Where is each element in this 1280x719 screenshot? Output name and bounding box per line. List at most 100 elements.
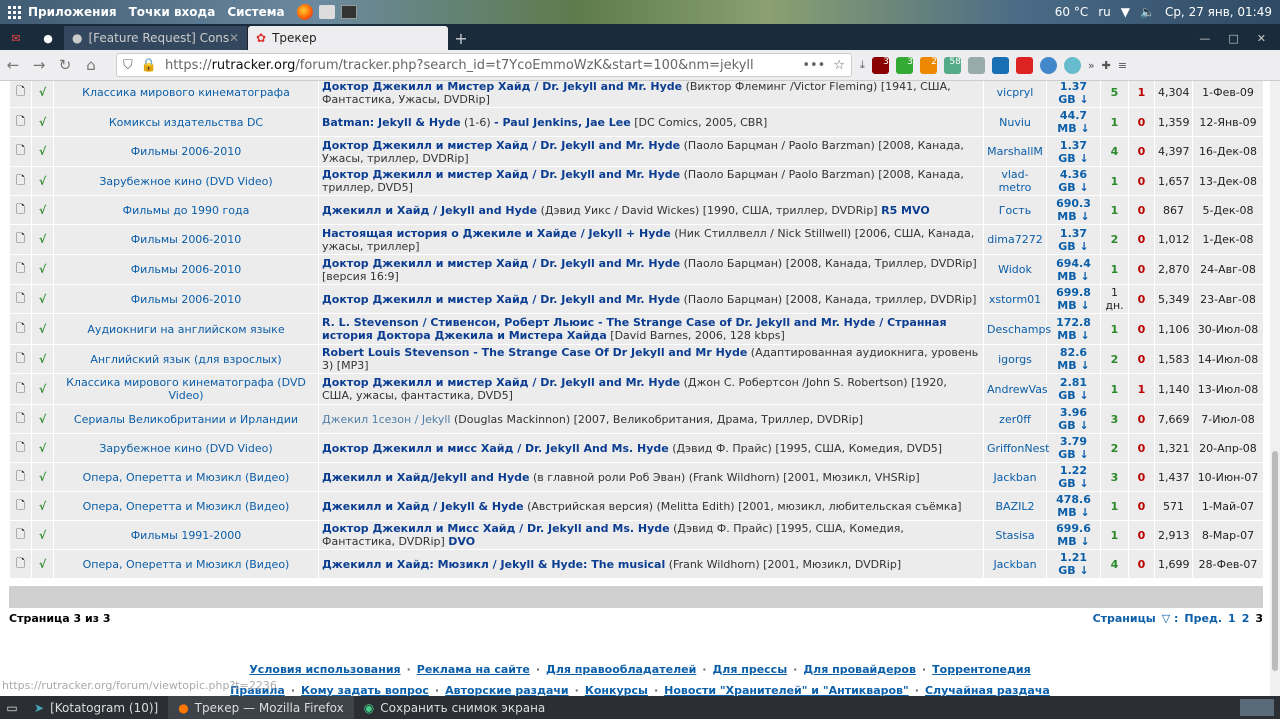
keyboard-layout[interactable]: ru [1098,5,1111,19]
footer-nav-link-3[interactable]: Конкурсы [585,684,648,696]
size-download-link[interactable]: 82.6 MB ↓ [1046,344,1101,374]
topic-link[interactable]: Доктор Джекилл и Мистер Хайд / Dr. Jekyl… [322,81,682,93]
terminal-launcher-icon[interactable] [340,5,357,19]
topic-link[interactable]: Robert Louis Stevenson - The Strange Cas… [322,346,747,359]
file-icon[interactable]: 🗋 [9,344,32,374]
size-download-link[interactable]: 2.81 GB ↓ [1046,373,1101,405]
size-download-link[interactable]: 1.37 GB ↓ [1046,81,1101,108]
extension-orange-icon[interactable]: 2 [919,56,937,74]
topic-tag[interactable]: R5 MVO [881,204,930,217]
forum-link[interactable]: Сериалы Великобритании и Ирландии [53,404,319,434]
gmail-pinned-tab[interactable]: ✉ [0,26,32,50]
topic-link[interactable]: Доктор Джекилл и мисс Хайд / Dr. Jekyll … [322,442,669,455]
size-download-link[interactable]: 3.96 GB ↓ [1046,404,1101,434]
topic-link[interactable]: Джекилл и Хайд / Jekyll & Hyde [322,500,524,513]
lock-icon[interactable]: 🔒 [141,58,157,73]
topic-link[interactable]: Джекилл и Хайд: Мюзикл / Jekyll & Hyde: … [322,558,665,571]
forum-link[interactable]: Комиксы издательства DC [53,107,319,137]
topic-link[interactable]: Доктор Джекилл и мистер Хайд / Dr. Jekyl… [322,139,680,152]
file-icon[interactable]: 🗋 [9,224,32,255]
reload-icon[interactable]: ↻ [52,56,78,74]
page-link-1[interactable]: 1 [1228,612,1236,625]
page-link-2[interactable]: 2 [1242,612,1250,625]
forum-link[interactable]: Фильмы 1991-2000 [53,520,319,550]
extension-shield-icon[interactable] [1015,56,1033,74]
hamburger-menu-icon[interactable]: ≡ [1118,59,1127,72]
extensions-puzzle-icon[interactable]: ✚ [1102,59,1111,72]
file-icon[interactable]: 🗋 [9,491,32,521]
firefox-launcher-icon[interactable] [296,4,313,20]
files-launcher-icon[interactable] [318,5,335,19]
ublock-icon[interactable]: 3 [871,56,889,74]
author-link[interactable]: Deschamps [983,313,1051,345]
footer-nav-link-1[interactable]: Кому задать вопрос [301,684,429,696]
topic-link[interactable]: Доктор Джекилл и мистер Хайд / Dr. Jekyl… [322,168,680,181]
size-download-link[interactable]: 699.8 MB ↓ [1046,284,1101,314]
taskbar-screenshot[interactable]: ◉ Сохранить снимок экрана [354,696,556,719]
file-icon[interactable]: 🗋 [9,166,32,196]
downloads-icon[interactable]: ⤓ [860,58,865,72]
author-link[interactable]: igorgs [983,344,1047,374]
back-icon[interactable]: ← [0,56,26,74]
address-bar[interactable]: ⛉ 🔒 https://rutracker.org/forum/tracker.… [116,53,852,77]
page-actions-icon[interactable]: ••• [802,58,825,73]
scrollbar[interactable] [1270,81,1280,696]
forum-link[interactable]: Фильмы 2006-2010 [53,254,319,285]
scrollbar-thumb[interactable] [1272,451,1278,671]
topic-link[interactable]: Batman: Jekyll & Hyde [322,116,461,129]
size-download-link[interactable]: 1.22 GB ↓ [1046,462,1101,492]
file-icon[interactable]: 🗋 [9,313,32,345]
clock[interactable]: Ср, 27 янв, 01:49 [1165,5,1272,19]
size-download-link[interactable]: 699.6 MB ↓ [1046,520,1101,550]
overflow-menu-icon[interactable]: » [1088,59,1095,72]
file-icon[interactable]: 🗋 [9,136,32,167]
footer-link-1[interactable]: Реклама на сайте [417,663,530,676]
forum-link[interactable]: Классика мирового кинематографа [53,81,319,108]
prev-page-link[interactable]: Пред. [1184,612,1222,625]
footer-nav-link-5[interactable]: Случайная раздача [925,684,1050,696]
close-tab-icon[interactable]: ✕ [229,31,239,45]
footer-link-2[interactable]: Для правообладателей [546,663,696,676]
topic-link[interactable]: Доктор Джекилл и мистер Хайд / Dr. Jekyl… [322,376,680,389]
author-link[interactable]: BAZIL2 [983,491,1047,521]
maximize-icon[interactable]: □ [1228,32,1238,45]
topic-link[interactable]: Доктор Джекилл и Мисс Хайд / Dr. Jekyll … [322,522,670,535]
file-icon[interactable]: 🗋 [9,195,32,225]
topic-link[interactable]: Настоящая история о Джекиле и Хайде / Je… [322,227,671,240]
tab-feature-request[interactable]: ● [Feature Request] Conside ✕ [64,26,248,50]
size-download-link[interactable]: 694.4 MB ↓ [1046,254,1101,285]
author-link[interactable]: dima7272 [983,224,1047,255]
size-download-link[interactable]: 1.37 GB ↓ [1046,224,1101,255]
forum-link[interactable]: Опера, Оперетта и Мюзикл (Видео) [53,491,319,521]
size-download-link[interactable]: 1.21 GB ↓ [1046,549,1101,579]
extension-hand-icon[interactable] [967,56,985,74]
author-link[interactable]: Nuviu [983,107,1047,137]
show-desktop-icon[interactable]: ▭ [0,701,24,715]
file-icon[interactable]: 🗋 [9,549,32,579]
topic-link-part[interactable]: - Paul Jenkins, Jae Lee [494,116,631,129]
author-link[interactable]: Jackban [983,549,1047,579]
author-link[interactable]: vicpryl [983,81,1047,108]
minimize-icon[interactable]: — [1199,32,1210,45]
volume-icon[interactable]: 🔈 [1140,5,1155,19]
author-link[interactable]: xstorm01 [983,284,1047,314]
size-download-link[interactable]: 1.37 GB ↓ [1046,136,1101,167]
footer-nav-link-2[interactable]: Авторские раздачи [445,684,569,696]
author-link[interactable]: MarshallM [983,136,1047,167]
extension-circle-icon[interactable] [1063,56,1081,74]
apps-grid-icon[interactable] [8,5,22,19]
extension-mail-icon[interactable]: 58 [943,56,961,74]
size-download-link[interactable]: 172.8 MB ↓ [1046,313,1101,345]
footer-link-4[interactable]: Для провайдеров [803,663,916,676]
topic-link[interactable]: Джекилл и Хайд / Jekyll and Hyde [322,204,537,217]
forum-link[interactable]: Фильмы 2006-2010 [53,136,319,167]
menu-system[interactable]: Система [227,5,284,19]
footer-nav-link-4[interactable]: Новости "Хранителей" и "Антикваров" [664,684,909,696]
file-icon[interactable]: 🗋 [9,520,32,550]
topic-tag[interactable]: DVO [448,535,475,548]
menu-places[interactable]: Точки входа [129,5,216,19]
author-link[interactable]: Гость [983,195,1047,225]
close-window-icon[interactable]: ✕ [1257,32,1266,45]
github-pinned-tab[interactable]: ● [32,26,64,50]
topic-link[interactable]: Джекил 1сезон / Jekyll [322,413,451,426]
